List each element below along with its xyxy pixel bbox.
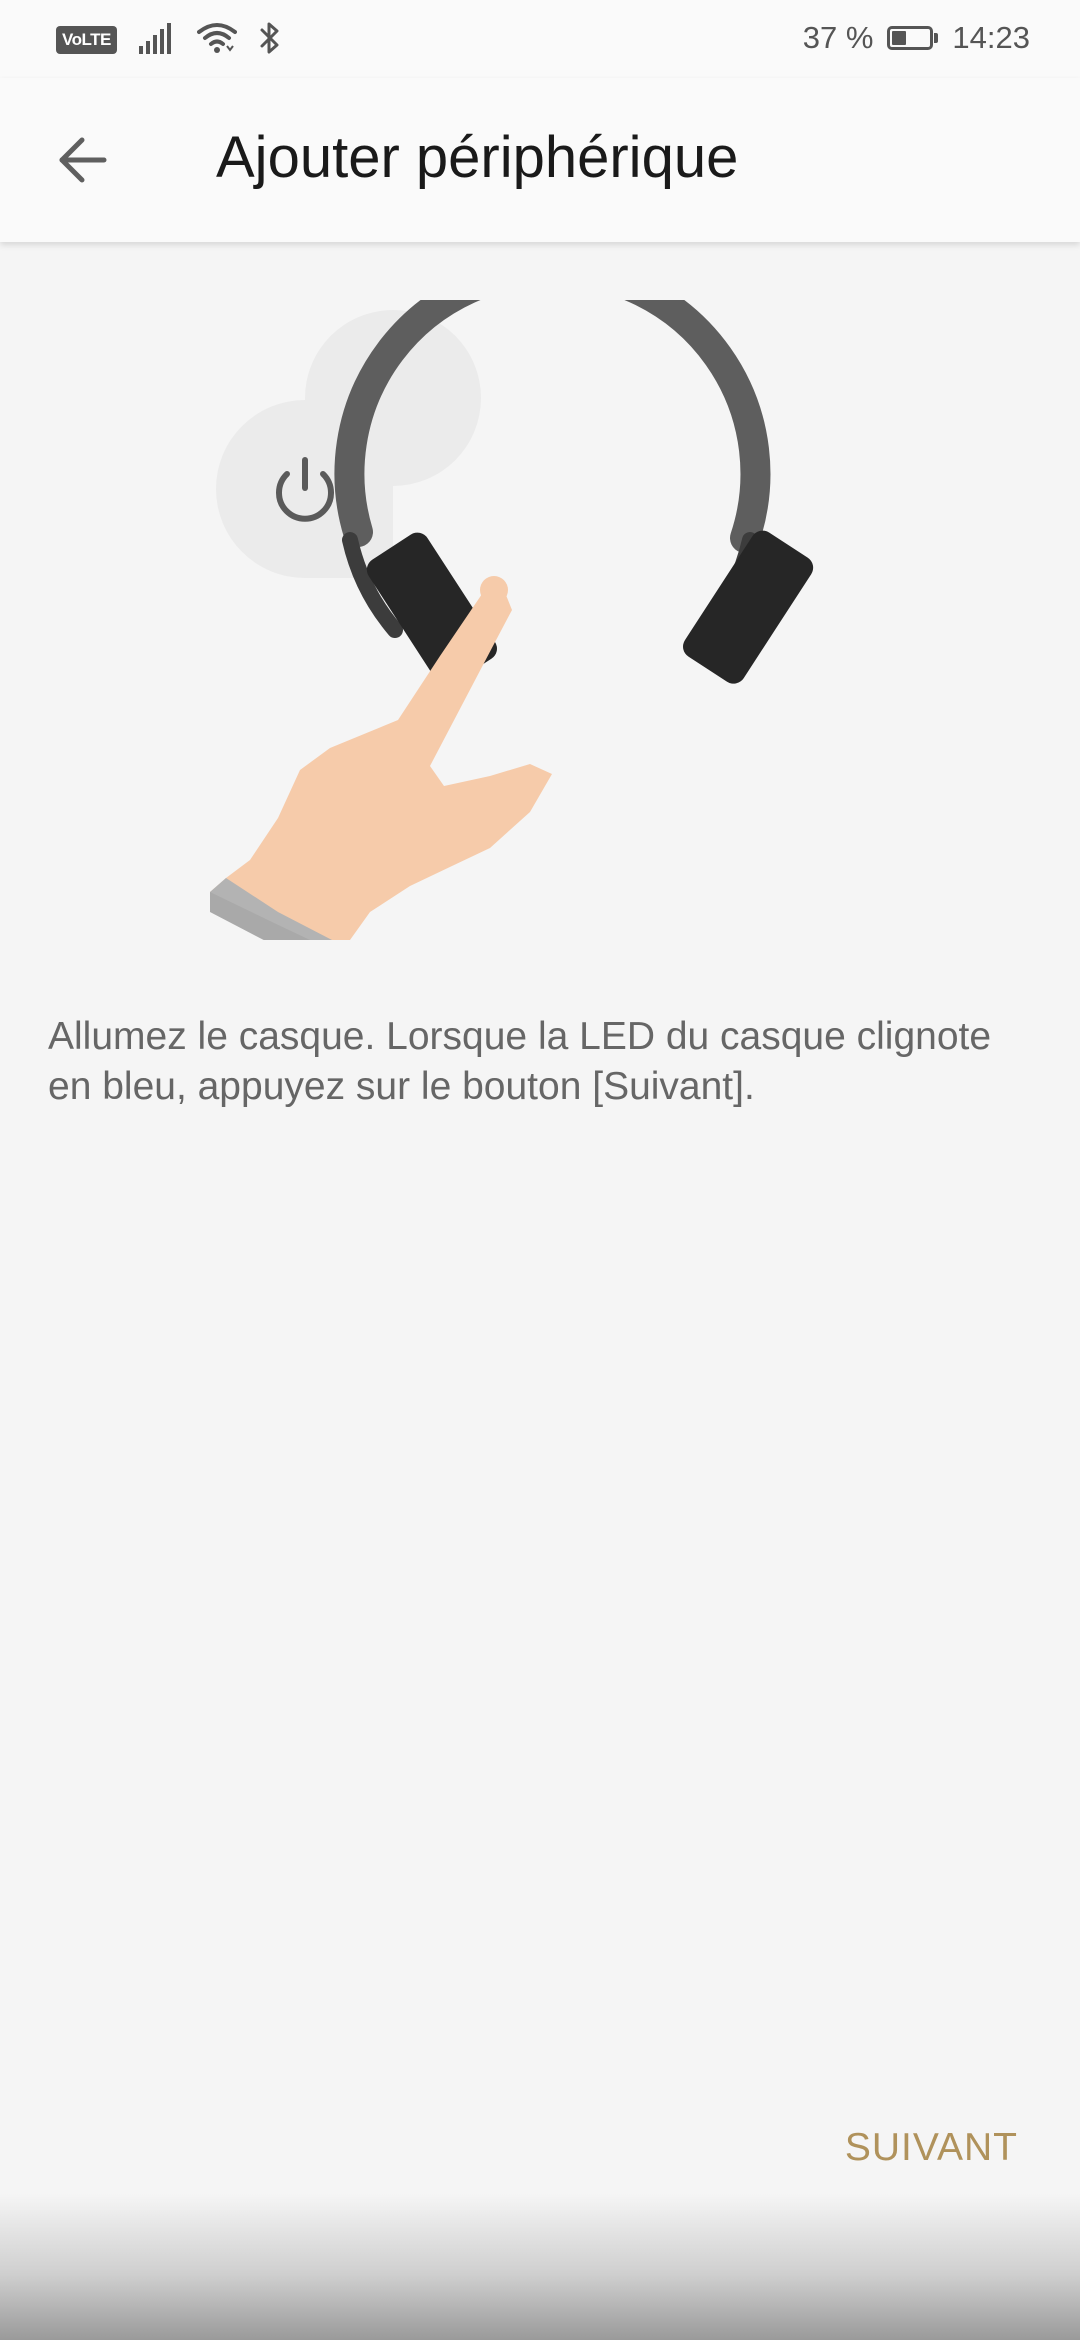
next-button[interactable]: SUIVANT xyxy=(841,2118,1022,2178)
instruction-text: Allumez le casque. Lorsque la LED du cas… xyxy=(48,1015,992,1108)
clock: 14:23 xyxy=(952,20,1030,55)
status-left: VoLTE xyxy=(56,20,281,60)
page-title: Ajouter périphérique xyxy=(216,125,739,190)
signal-icon xyxy=(138,22,175,59)
arrow-left-icon xyxy=(59,137,107,183)
back-button[interactable] xyxy=(40,122,124,198)
volte-badge: VoLTE xyxy=(56,26,117,54)
hand xyxy=(210,576,552,940)
headphones-illustration xyxy=(210,300,814,940)
screen: VoLTE 37 % 14:23 Ajouter périphérique Al… xyxy=(0,0,1080,2340)
wifi-icon xyxy=(196,22,237,59)
battery-icon xyxy=(887,26,939,50)
navigation-bar-area xyxy=(0,2194,1080,2340)
bluetooth-icon xyxy=(259,21,281,60)
status-right: 37 % 14:23 xyxy=(803,18,1030,58)
status-bar: VoLTE 37 % 14:23 xyxy=(0,0,1080,78)
battery-percent: 37 % xyxy=(802,20,874,55)
app-bar: Ajouter périphérique xyxy=(0,78,1080,242)
